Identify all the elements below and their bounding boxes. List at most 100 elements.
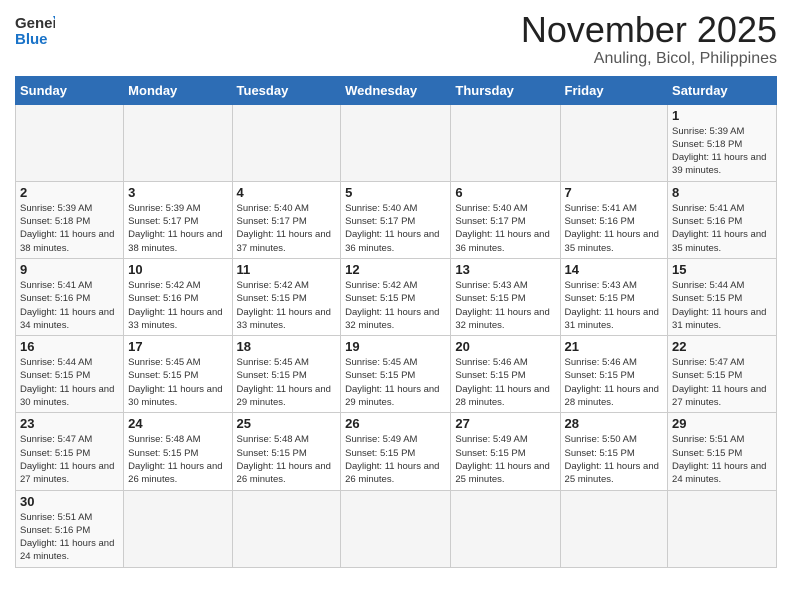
calendar-cell: 23 Sunrise: 5:47 AMSunset: 5:15 PMDayligh… [16, 413, 124, 490]
day-info: Sunrise: 5:49 AMSunset: 5:15 PMDaylight:… [345, 433, 446, 486]
weekday-header: Sunday [16, 76, 124, 104]
day-info: Sunrise: 5:48 AMSunset: 5:15 PMDaylight:… [128, 433, 227, 486]
day-number: 20 [455, 339, 555, 354]
calendar-cell [560, 104, 668, 181]
day-number: 18 [237, 339, 337, 354]
calendar-cell: 18Sunrise: 5:45 AMSunset: 5:15 PMDayligh… [232, 336, 341, 413]
day-info: Sunrise: 5:47 AMSunset: 5:15 PMDaylight:… [20, 433, 119, 486]
calendar-cell: 3 Sunrise: 5:39 AMSunset: 5:17 PMDaylight… [124, 181, 232, 258]
calendar-cell: 30 Sunrise: 5:51 AMSunset: 5:16 PMDayligh… [16, 490, 124, 567]
calendar-cell: 1 Sunrise: 5:39 AMSunset: 5:18 PMDaylight… [668, 104, 777, 181]
day-info: Sunrise: 5:48 AMSunset: 5:15 PMDaylight:… [237, 433, 337, 486]
calendar-cell [124, 104, 232, 181]
day-info: Sunrise: 5:39 AMSunset: 5:17 PMDaylight:… [128, 202, 227, 255]
day-info: Sunrise: 5:43 AMSunset: 5:15 PMDaylight:… [565, 279, 664, 332]
weekday-header: Monday [124, 76, 232, 104]
calendar-cell [16, 104, 124, 181]
day-number: 25 [237, 416, 337, 431]
day-number: 16 [20, 339, 119, 354]
day-number: 21 [565, 339, 664, 354]
weekday-header: Wednesday [341, 76, 451, 104]
day-info: Sunrise: 5:41 AMSunset: 5:16 PMDaylight:… [672, 202, 772, 255]
calendar-cell: 4 Sunrise: 5:40 AMSunset: 5:17 PMDaylight… [232, 181, 341, 258]
calendar-cell [341, 490, 451, 567]
day-number: 4 [237, 185, 337, 200]
day-number: 3 [128, 185, 227, 200]
day-info: Sunrise: 5:39 AMSunset: 5:18 PMDaylight:… [672, 125, 772, 178]
logo: General Blue [15, 10, 55, 50]
calendar-cell: 16 Sunrise: 5:44 AMSunset: 5:15 PMDayligh… [16, 336, 124, 413]
day-number: 30 [20, 494, 119, 509]
weekday-header-row: SundayMondayTuesdayWednesdayThursdayFrid… [16, 76, 777, 104]
calendar-cell: 6 Sunrise: 5:40 AMSunset: 5:17 PMDaylight… [451, 181, 560, 258]
calendar-cell [560, 490, 668, 567]
calendar-cell: 15Sunrise: 5:44 AMSunset: 5:15 PMDayligh… [668, 258, 777, 335]
day-number: 28 [565, 416, 664, 431]
calendar-cell [232, 490, 341, 567]
calendar-cell: 9 Sunrise: 5:41 AMSunset: 5:16 PMDaylight… [16, 258, 124, 335]
day-number: 14 [565, 262, 664, 277]
weekday-header: Tuesday [232, 76, 341, 104]
weekday-header: Thursday [451, 76, 560, 104]
calendar-cell: 13 Sunrise: 5:43 AMSunset: 5:15 PMDayligh… [451, 258, 560, 335]
calendar-cell: 14 Sunrise: 5:43 AMSunset: 5:15 PMDayligh… [560, 258, 668, 335]
weekday-header: Friday [560, 76, 668, 104]
calendar-week-row: 9 Sunrise: 5:41 AMSunset: 5:16 PMDaylight… [16, 258, 777, 335]
day-info: Sunrise: 5:42 AMSunset: 5:15 PMDaylight:… [237, 279, 337, 332]
day-info: Sunrise: 5:40 AMSunset: 5:17 PMDaylight:… [455, 202, 555, 255]
calendar-cell: 25 Sunrise: 5:48 AMSunset: 5:15 PMDayligh… [232, 413, 341, 490]
day-info: Sunrise: 5:49 AMSunset: 5:15 PMDaylight:… [455, 433, 555, 486]
calendar-cell: 11 Sunrise: 5:42 AMSunset: 5:15 PMDayligh… [232, 258, 341, 335]
day-info: Sunrise: 5:51 AMSunset: 5:15 PMDaylight:… [672, 433, 772, 486]
calendar-cell [124, 490, 232, 567]
day-number: 29 [672, 416, 772, 431]
calendar-week-row: 2 Sunrise: 5:39 AMSunset: 5:18 PMDaylight… [16, 181, 777, 258]
day-info: Sunrise: 5:43 AMSunset: 5:15 PMDaylight:… [455, 279, 555, 332]
day-info: Sunrise: 5:39 AMSunset: 5:18 PMDaylight:… [20, 202, 119, 255]
day-number: 2 [20, 185, 119, 200]
calendar-week-row: 16 Sunrise: 5:44 AMSunset: 5:15 PMDayligh… [16, 336, 777, 413]
day-info: Sunrise: 5:51 AMSunset: 5:16 PMDaylight:… [20, 511, 119, 564]
day-number: 5 [345, 185, 446, 200]
day-info: Sunrise: 5:42 AMSunset: 5:16 PMDaylight:… [128, 279, 227, 332]
calendar-cell [232, 104, 341, 181]
day-number: 6 [455, 185, 555, 200]
month-title: November 2025 [521, 10, 777, 50]
calendar-cell: 17Sunrise: 5:45 AMSunset: 5:15 PMDayligh… [124, 336, 232, 413]
calendar-week-row: 1 Sunrise: 5:39 AMSunset: 5:18 PMDaylight… [16, 104, 777, 181]
day-info: Sunrise: 5:46 AMSunset: 5:15 PMDaylight:… [455, 356, 555, 409]
day-info: Sunrise: 5:44 AMSunset: 5:15 PMDaylight:… [20, 356, 119, 409]
weekday-header: Saturday [668, 76, 777, 104]
location-title: Anuling, Bicol, Philippines [521, 50, 777, 68]
day-number: 23 [20, 416, 119, 431]
svg-text:General: General [15, 15, 55, 32]
day-number: 1 [672, 108, 772, 123]
day-number: 12 [345, 262, 446, 277]
day-info: Sunrise: 5:41 AMSunset: 5:16 PMDaylight:… [20, 279, 119, 332]
calendar-cell [451, 104, 560, 181]
calendar-cell: 10Sunrise: 5:42 AMSunset: 5:16 PMDayligh… [124, 258, 232, 335]
day-info: Sunrise: 5:42 AMSunset: 5:15 PMDaylight:… [345, 279, 446, 332]
svg-text:Blue: Blue [15, 31, 48, 48]
day-number: 9 [20, 262, 119, 277]
calendar-week-row: 23 Sunrise: 5:47 AMSunset: 5:15 PMDayligh… [16, 413, 777, 490]
calendar-cell: 24Sunrise: 5:48 AMSunset: 5:15 PMDayligh… [124, 413, 232, 490]
day-number: 8 [672, 185, 772, 200]
day-info: Sunrise: 5:47 AMSunset: 5:15 PMDaylight:… [672, 356, 772, 409]
day-number: 13 [455, 262, 555, 277]
day-number: 19 [345, 339, 446, 354]
day-info: Sunrise: 5:50 AMSunset: 5:15 PMDaylight:… [565, 433, 664, 486]
page: General Blue November 2025 Anuling, Bico… [0, 0, 792, 612]
day-info: Sunrise: 5:41 AMSunset: 5:16 PMDaylight:… [565, 202, 664, 255]
calendar: SundayMondayTuesdayWednesdayThursdayFrid… [15, 76, 777, 568]
day-number: 22 [672, 339, 772, 354]
calendar-cell: 29 Sunrise: 5:51 AMSunset: 5:15 PMDayligh… [668, 413, 777, 490]
logo-icon: General Blue [15, 10, 55, 50]
calendar-cell: 21 Sunrise: 5:46 AMSunset: 5:15 PMDayligh… [560, 336, 668, 413]
day-number: 27 [455, 416, 555, 431]
day-number: 11 [237, 262, 337, 277]
calendar-cell: 19Sunrise: 5:45 AMSunset: 5:15 PMDayligh… [341, 336, 451, 413]
title-section: November 2025 Anuling, Bicol, Philippine… [521, 10, 777, 68]
day-info: Sunrise: 5:40 AMSunset: 5:17 PMDaylight:… [237, 202, 337, 255]
day-info: Sunrise: 5:46 AMSunset: 5:15 PMDaylight:… [565, 356, 664, 409]
